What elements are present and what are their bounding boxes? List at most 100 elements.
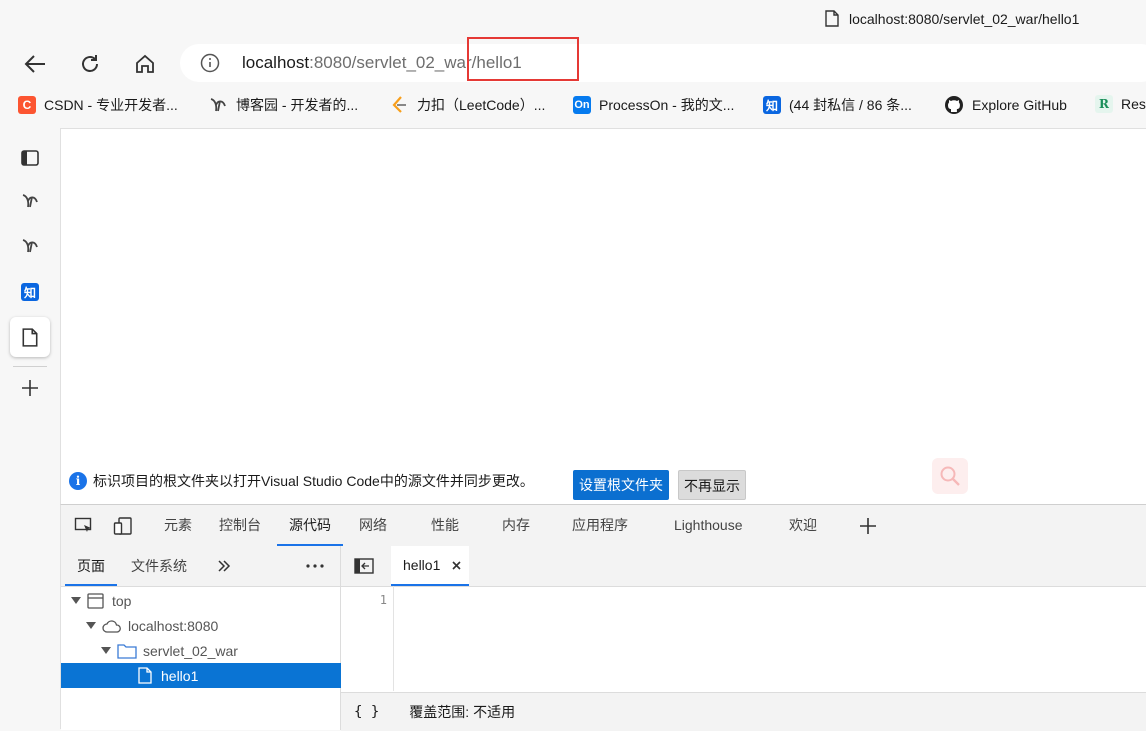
home-button[interactable] xyxy=(129,48,161,80)
tab-title[interactable]: localhost:8080/servlet_02_war/hello1 xyxy=(825,10,1079,27)
tab-actions-icon xyxy=(21,150,39,166)
site-info-button[interactable] xyxy=(200,53,220,76)
tree-label: top xyxy=(112,592,132,609)
more-horizontal-icon xyxy=(306,564,324,568)
set-root-folder-button[interactable]: 设置根文件夹 xyxy=(573,470,669,500)
info-icon: i xyxy=(69,472,87,490)
new-tab-button[interactable] xyxy=(10,368,50,408)
plus-icon xyxy=(860,518,876,534)
more-tabs-button[interactable] xyxy=(213,555,235,577)
editor-file-tab[interactable]: hello1 xyxy=(391,546,470,586)
device-emulation-button[interactable] xyxy=(112,515,134,537)
bookmark-csdn[interactable]: C CSDN - 专业开发者... xyxy=(18,95,178,115)
editor-tab-label: hello1 xyxy=(403,557,441,573)
back-button[interactable] xyxy=(19,48,51,80)
bookmark-cnblogs[interactable]: 博客园 - 开发者的... xyxy=(208,95,358,115)
bookmark-label: 博客园 - 开发者的... xyxy=(236,97,359,113)
address-bar[interactable]: localhost:8080/servlet_02_war/hello1 xyxy=(180,44,1146,82)
bookmark-leetcode[interactable]: 力扣（LeetCode）... xyxy=(389,95,545,115)
tab-welcome[interactable]: 欢迎 xyxy=(789,505,817,546)
home-icon xyxy=(136,54,154,73)
expand-arrow-icon xyxy=(101,647,111,654)
tab-lighthouse[interactable]: Lighthouse xyxy=(674,505,743,546)
tab-memory[interactable]: 内存 xyxy=(502,505,530,546)
bookmark-label: CSDN - 专业开发者... xyxy=(44,97,178,113)
leetcode-icon xyxy=(392,96,406,113)
page-content: i 标识项目的根文件夹以打开Visual Studio Code中的源文件并同步… xyxy=(60,128,1146,504)
title-bar: localhost:8080/servlet_02_war/hello1 xyxy=(0,0,1146,40)
vertical-sidebar: 知 xyxy=(0,128,59,729)
inspect-icon xyxy=(74,517,92,532)
bookmark-label: (44 封私信 / 86 条... xyxy=(789,97,912,113)
bookmark-label: Res xyxy=(1121,96,1146,112)
coverage-text: 覆盖范围: 不适用 xyxy=(409,704,516,720)
close-icon[interactable] xyxy=(452,560,461,570)
expand-arrow-icon xyxy=(71,597,81,604)
visual-search-button[interactable] xyxy=(932,458,968,494)
zhihu-icon: 知 xyxy=(21,283,39,301)
tab-elements[interactable]: 元素 xyxy=(164,505,192,546)
refresh-icon xyxy=(82,55,98,72)
sidebar-tab-current[interactable] xyxy=(10,317,50,357)
researchgate-icon: R xyxy=(1095,95,1113,113)
frame-icon xyxy=(87,592,104,609)
zhihu-icon: 知 xyxy=(763,96,781,114)
pretty-print-button[interactable]: { } xyxy=(354,704,379,720)
cnblogs-icon xyxy=(22,239,38,253)
arrow-left-icon xyxy=(24,55,45,73)
plus-icon xyxy=(22,380,38,396)
tree-item-host[interactable]: localhost:8080 xyxy=(61,613,365,638)
processon-icon: On xyxy=(573,96,591,114)
sidebar-tab-cnblogs-2[interactable] xyxy=(10,226,50,266)
more-tools-button[interactable] xyxy=(857,515,879,537)
cnblogs-icon xyxy=(22,194,38,208)
page-icon xyxy=(22,327,38,347)
tab-page[interactable]: 页面 xyxy=(65,546,117,586)
tree-label: servlet_02_war xyxy=(143,642,238,659)
devtools-notice: i 标识项目的根文件夹以打开Visual Studio Code中的源文件并同步… xyxy=(69,471,534,491)
navigator-tab-bar: 页面 文件系统 xyxy=(61,546,340,587)
toggle-navigator-button[interactable] xyxy=(353,555,375,577)
bookmark-researchgate[interactable]: R Res xyxy=(1095,95,1146,113)
devtools-panel: 元素 控制台 源代码 网络 性能 内存 应用程序 Lighthouse 欢迎 页… xyxy=(60,504,1146,731)
tree-item-folder[interactable]: servlet_02_war xyxy=(61,638,380,663)
panel-left-icon xyxy=(354,558,374,574)
sidebar-tab-actions-button[interactable] xyxy=(10,138,50,178)
search-icon xyxy=(940,466,960,486)
bookmark-processon[interactable]: On ProcessOn - 我的文... xyxy=(573,95,734,115)
sources-editor: hello1 1 { } 覆盖范围: 不适用 xyxy=(341,546,1146,731)
tree-label: hello1 xyxy=(161,667,199,684)
info-icon xyxy=(200,53,220,73)
inspect-element-button[interactable] xyxy=(73,515,95,537)
tab-application[interactable]: 应用程序 xyxy=(572,505,628,546)
sources-navigator: 页面 文件系统 top localhost:8080 servlet_02_wa… xyxy=(61,546,417,730)
tree-item-top[interactable]: top xyxy=(61,588,350,613)
sidebar-tab-cnblogs-1[interactable] xyxy=(10,181,50,221)
file-icon xyxy=(138,667,152,684)
tab-performance[interactable]: 性能 xyxy=(431,505,459,546)
expand-arrow-icon xyxy=(86,622,96,629)
bookmarks-bar: C CSDN - 专业开发者... 博客园 - 开发者的... 力扣（LeetC… xyxy=(0,88,1146,124)
bookmark-label: ProcessOn - 我的文... xyxy=(599,97,735,113)
navigator-menu-button[interactable] xyxy=(304,555,326,577)
device-icon xyxy=(113,517,132,535)
tree-label: localhost:8080 xyxy=(128,617,219,634)
notice-text: 标识项目的根文件夹以打开Visual Studio Code中的源文件并同步更改… xyxy=(93,473,534,489)
tab-filesystem[interactable]: 文件系统 xyxy=(131,546,187,586)
cnblogs-icon xyxy=(210,98,226,112)
refresh-button[interactable] xyxy=(74,48,106,80)
tab-console[interactable]: 控制台 xyxy=(219,505,261,546)
line-number: 1 xyxy=(379,593,387,607)
bookmark-github[interactable]: Explore GitHub xyxy=(944,95,1067,115)
editor-status-bar: { } 覆盖范围: 不适用 xyxy=(341,692,1146,731)
tab-network[interactable]: 网络 xyxy=(359,505,387,546)
folder-icon xyxy=(117,643,137,659)
highlight-annotation xyxy=(467,37,579,81)
tab-title-text: localhost:8080/servlet_02_war/hello1 xyxy=(849,10,1080,27)
bookmark-zhihu[interactable]: 知 (44 封私信 / 86 条... xyxy=(763,95,912,115)
sidebar-divider xyxy=(13,366,47,367)
tab-sources[interactable]: 源代码 xyxy=(277,505,343,546)
bookmark-label: Explore GitHub xyxy=(972,97,1067,113)
sidebar-tab-zhihu[interactable]: 知 xyxy=(10,272,50,312)
dont-show-again-button[interactable]: 不再显示 xyxy=(678,470,746,500)
